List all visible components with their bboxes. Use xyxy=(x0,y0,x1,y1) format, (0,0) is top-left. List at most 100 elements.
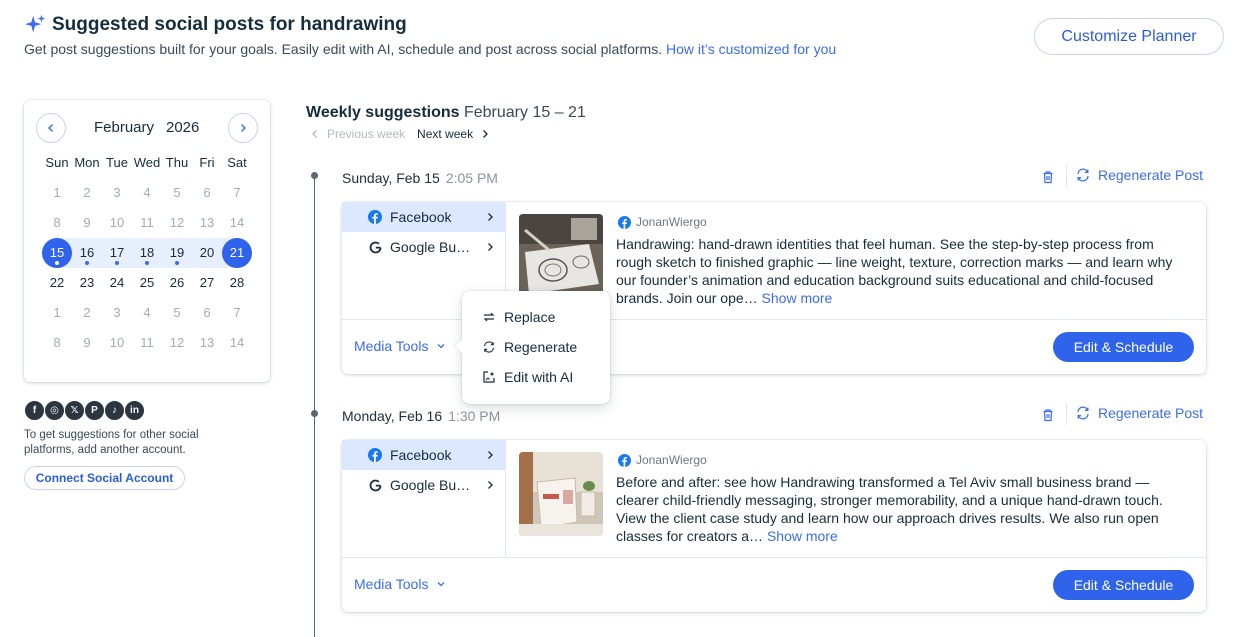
calendar-day[interactable]: 1 xyxy=(42,178,72,208)
calendar-day[interactable]: 13 xyxy=(192,328,222,358)
calendar-day[interactable]: 5 xyxy=(162,298,192,328)
calendar-day[interactable]: 14 xyxy=(222,328,252,358)
customization-info-link[interactable]: How it’s customized for you xyxy=(666,41,836,57)
menu-item-edit-with-ai[interactable]: Edit with AI xyxy=(462,362,610,392)
chevron-right-icon xyxy=(241,124,246,132)
calendar-day[interactable]: 1 xyxy=(42,298,72,328)
next-month-button[interactable] xyxy=(228,113,258,143)
show-more-link[interactable]: Show more xyxy=(767,528,838,544)
calendar-day[interactable]: 23 xyxy=(72,268,102,298)
title-row: Suggested social posts for handrawing xyxy=(24,14,407,36)
edit-schedule-button[interactable]: Edit & Schedule xyxy=(1053,570,1194,600)
calendar-day[interactable]: 22 xyxy=(42,268,72,298)
calendar-day[interactable]: 14 xyxy=(222,208,252,238)
calendar-day[interactable]: 21 xyxy=(222,238,252,268)
calendar-day[interactable]: 24 xyxy=(102,268,132,298)
post-image[interactable] xyxy=(519,214,603,298)
calendar-day[interactable]: 19 xyxy=(162,238,192,268)
calendar-day-number: 5 xyxy=(173,305,181,320)
calendar-day[interactable]: 3 xyxy=(102,298,132,328)
trash-icon[interactable] xyxy=(1040,407,1056,423)
regenerate-post-button[interactable]: Regenerate Post xyxy=(1075,405,1203,421)
calendar-day[interactable]: 17 xyxy=(102,238,132,268)
calendar-day[interactable]: 2 xyxy=(72,298,102,328)
calendar-day[interactable]: 3 xyxy=(102,178,132,208)
platform-list: Facebook Google Bu… xyxy=(342,440,506,557)
calendar-day[interactable]: 6 xyxy=(192,298,222,328)
calendar-day[interactable]: 18 xyxy=(132,238,162,268)
platform-tab-google[interactable]: Google Bu… xyxy=(342,470,505,500)
calendar-day-number: 10 xyxy=(109,335,125,350)
menu-item-regenerate[interactable]: Regenerate xyxy=(462,332,610,362)
connect-social-account-button[interactable]: Connect Social Account xyxy=(24,466,185,490)
calendar-day[interactable]: 2 xyxy=(72,178,102,208)
next-week-link[interactable]: Next week xyxy=(417,127,491,141)
calendar-day-number: 4 xyxy=(143,305,151,320)
calendar-day[interactable]: 4 xyxy=(132,178,162,208)
calendar-day[interactable]: 8 xyxy=(42,208,72,238)
media-tools-label: Media Tools xyxy=(354,338,429,354)
chevron-right-icon xyxy=(488,243,493,251)
media-tools-dropdown[interactable]: Media Tools xyxy=(354,338,446,354)
divider xyxy=(1066,403,1067,425)
calendar-day[interactable]: 13 xyxy=(192,208,222,238)
tiktok-icon: ♪ xyxy=(104,400,125,421)
calendar-day[interactable]: 11 xyxy=(132,328,162,358)
sparkle-icon xyxy=(24,14,46,33)
post-day-header: Sunday, Feb 15 2:05 PM xyxy=(342,170,498,186)
instagram-icon: ◎ xyxy=(44,400,65,421)
post-indicator-dot xyxy=(115,261,119,265)
regenerate-post-button[interactable]: Regenerate Post xyxy=(1075,167,1203,183)
menu-item-replace[interactable]: Replace xyxy=(462,302,610,332)
calendar-week-row: 1 2 3 4 5 6 7 xyxy=(24,298,270,328)
page-header: Suggested social posts for handrawing Ge… xyxy=(24,12,1224,72)
calendar-day[interactable]: 12 xyxy=(162,208,192,238)
media-tools-dropdown[interactable]: Media Tools xyxy=(354,576,446,592)
platform-tab-facebook[interactable]: Facebook xyxy=(342,440,505,470)
edit-schedule-button[interactable]: Edit & Schedule xyxy=(1053,332,1194,362)
calendar-month: February xyxy=(94,119,155,136)
show-more-link[interactable]: Show more xyxy=(762,290,833,306)
calendar-day[interactable]: 27 xyxy=(192,268,222,298)
calendar-day[interactable]: 9 xyxy=(72,208,102,238)
calendar-day[interactable]: 6 xyxy=(192,178,222,208)
trash-icon[interactable] xyxy=(1040,169,1056,185)
calendar-day[interactable]: 9 xyxy=(72,328,102,358)
calendar-day[interactable]: 20 xyxy=(192,238,222,268)
calendar-day[interactable]: 4 xyxy=(132,298,162,328)
calendar-day[interactable]: 25 xyxy=(132,268,162,298)
calendar-week-row: 8 9 10 11 12 13 14 xyxy=(24,328,270,358)
calendar-day[interactable]: 16 xyxy=(72,238,102,268)
previous-week-link[interactable]: Previous week xyxy=(309,127,405,141)
page-title: Suggested social posts for handrawing xyxy=(52,14,407,35)
weekday-label: Fri xyxy=(199,155,215,170)
calendar-day-number: 27 xyxy=(199,275,215,290)
facebook-icon xyxy=(618,215,631,229)
post-text: Before and after: see how Handrawing tra… xyxy=(616,473,1176,545)
platform-tab-google[interactable]: Google Bu… xyxy=(342,232,505,262)
calendar-day-number: 23 xyxy=(79,275,95,290)
timeline-dot xyxy=(311,172,318,179)
calendar-day[interactable]: 12 xyxy=(162,328,192,358)
customize-planner-button[interactable]: Customize Planner xyxy=(1034,18,1224,55)
calendar-day[interactable]: 7 xyxy=(222,298,252,328)
calendar-day-number: 22 xyxy=(49,275,65,290)
calendar-day-number: 26 xyxy=(169,275,185,290)
week-navigation: Previous week Next week xyxy=(309,127,491,141)
platform-tab-facebook[interactable]: Facebook xyxy=(342,202,505,232)
calendar-day[interactable]: 11 xyxy=(132,208,162,238)
prev-month-button[interactable] xyxy=(36,113,66,143)
calendar-day[interactable]: 26 xyxy=(162,268,192,298)
calendar-day[interactable]: 15 xyxy=(42,238,72,268)
calendar-day[interactable]: 5 xyxy=(162,178,192,208)
calendar-day[interactable]: 7 xyxy=(222,178,252,208)
chevron-right-icon xyxy=(483,130,488,138)
platform-label: Facebook xyxy=(390,209,452,225)
calendar-day[interactable]: 10 xyxy=(102,328,132,358)
calendar-day[interactable]: 28 xyxy=(222,268,252,298)
post-image[interactable] xyxy=(519,452,603,536)
calendar-day[interactable]: 8 xyxy=(42,328,72,358)
calendar-day[interactable]: 10 xyxy=(102,208,132,238)
post-time: 1:30 PM xyxy=(448,408,501,424)
post-day: Sunday, Feb 15 xyxy=(342,170,440,186)
